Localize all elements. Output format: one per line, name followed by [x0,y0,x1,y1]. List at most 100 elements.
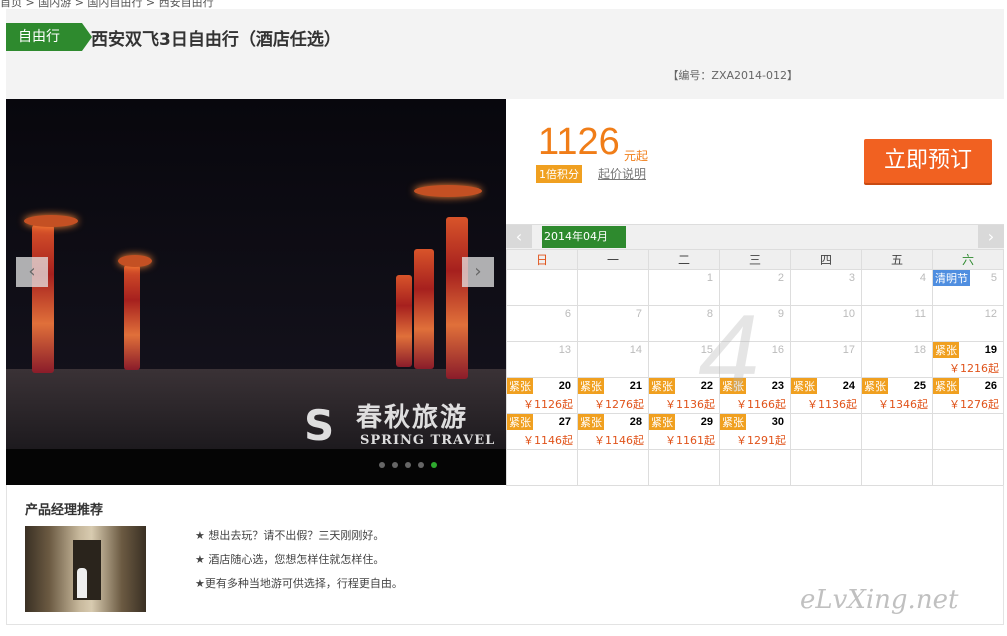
manager-points: ★ 想出去玩？请不出假？三天刚刚好。 ★ 酒店随心选，您想怎样住就怎样住。 ★更… [195,524,403,596]
calendar-day [861,449,933,486]
calendar-day[interactable]: 28 紧张 ￥1146起 [577,413,649,450]
calendar-day: 12 [932,305,1004,342]
page: 首页 > 国内游 > 国内自由行 > 西安自由行 自由行 西安双飞3日自由行（酒… [0,0,1007,636]
calendar-day: 4 [861,269,933,306]
calendar-day[interactable]: 24 紧张 ￥1136起 [790,377,862,414]
availability-badge: 紧张 [933,378,959,394]
calendar-day: 10 [790,305,862,342]
day-number: 19 [984,344,997,356]
next-slide-button[interactable]: › [462,257,494,287]
day-number: 6 [564,308,571,320]
day-number: 27 [558,416,571,428]
day-number: 25 [913,380,926,392]
calendar-day[interactable]: 21 紧张 ￥1276起 [577,377,649,414]
calendar-week [506,449,1004,486]
availability-badge: 紧张 [578,378,604,394]
calendar-day[interactable]: 20 紧张 ￥1126起 [506,377,578,414]
spring-logo-icon: S [304,401,335,450]
calendar-day [790,449,862,486]
day-number: 23 [771,380,784,392]
product-header: 自由行 西安双飞3日自由行（酒店任选） 【编号：ZXA2014-012】 [6,9,1004,99]
calendar-day [648,449,720,486]
calendar-day [719,449,791,486]
weekday-header: 五 [861,249,933,270]
calendar-day: 13 [506,341,578,378]
day-number: 13 [558,344,571,356]
day-price: ￥1126起 [523,398,573,411]
availability-badge: 紧张 [649,414,675,430]
weekday-header: 六 [932,249,1004,270]
page-title: 西安双飞3日自由行（酒店任选） [91,30,341,50]
calendar-day [790,413,862,450]
day-number: 11 [914,308,926,320]
day-number: 18 [913,344,926,356]
photo-slider[interactable]: ‹ › S 春秋旅游 SPRING TRAVEL [6,99,506,485]
pillar-cap [118,255,152,267]
day-number: 12 [984,308,997,320]
slide-dot-active[interactable] [431,462,437,468]
calendar-day [577,269,649,306]
day-number: 4 [919,272,926,284]
manager-point: ★更有多种当地游可供选择，行程更自由。 [195,577,403,590]
day-price: ￥1346起 [878,398,928,411]
day-number: 26 [984,380,997,392]
day-number: 16 [771,344,784,356]
day-number: 28 [629,416,642,428]
calendar-day [932,413,1004,450]
watermark-cn: 春秋旅游 [356,403,469,433]
day-price: ￥1146起 [523,434,573,447]
light-pillar [32,225,54,373]
current-month: 2014年04月 [542,226,626,248]
calendar-day[interactable]: 19 紧张 ￥1216起 [932,341,1004,378]
slide-dot[interactable] [418,462,424,468]
day-number: 21 [629,380,642,392]
price-explain-link[interactable]: 起价说明 [598,165,646,182]
calendar-nav: ‹ 2014年04月 › [506,225,1004,249]
slide-dot[interactable] [392,462,398,468]
day-number: 20 [558,380,571,392]
manager-point: ★ 酒店随心选，您想怎样住就怎样住。 [195,553,385,566]
product-code: 【编号：ZXA2014-012】 [667,69,798,82]
day-price: ￥1161起 [665,434,715,447]
calendar-day[interactable]: 29 紧张 ￥1161起 [648,413,720,450]
slide-dots [379,462,437,468]
manager-photo [25,526,146,612]
calendar-day: 14 [577,341,649,378]
day-price: ￥1146起 [594,434,644,447]
availability-badge: 紧张 [933,342,959,358]
holiday-badge: 清明节 [933,270,970,286]
pillar-cap [24,215,78,227]
day-price: ￥1276起 [594,398,644,411]
breadcrumb: 首页 > 国内游 > 国内自由行 > 西安自由行 [0,0,1007,9]
calendar-day [577,449,649,486]
light-pillar [124,265,140,370]
calendar-day[interactable]: 30 紧张 ￥1291起 [719,413,791,450]
calendar-day [506,269,578,306]
calendar-day[interactable]: 26 紧张 ￥1276起 [932,377,1004,414]
availability-badge: 紧张 [578,414,604,430]
day-number: 7 [635,308,642,320]
slide-dot[interactable] [379,462,385,468]
calendar-day: 3 [790,269,862,306]
book-now-button[interactable]: 立即预订 [864,139,992,183]
weekday-header: 四 [790,249,862,270]
day-number: 14 [629,344,642,356]
day-number: 10 [842,308,855,320]
day-number: 9 [777,308,784,320]
points-badge: 1倍积分 [536,165,582,183]
availability-badge: 紧张 [649,378,675,394]
prev-slide-button[interactable]: ‹ [16,257,48,287]
day-number: 5 [990,272,997,284]
slide-dot[interactable] [405,462,411,468]
manager-title: 产品经理推荐 [25,503,104,518]
calendar-day: 7 [577,305,649,342]
calendar-day [506,449,578,486]
availability-badge: 紧张 [507,378,533,394]
calendar-day[interactable]: 25 紧张 ￥1346起 [861,377,933,414]
day-number: 29 [700,416,713,428]
site-signature: eLvXing.net [800,585,959,615]
prev-month-icon[interactable]: ‹ [506,225,532,248]
next-month-icon[interactable]: › [978,225,1004,248]
calendar-day[interactable]: 27 紧张 ￥1146起 [506,413,578,450]
day-price: ￥1216起 [949,362,999,375]
